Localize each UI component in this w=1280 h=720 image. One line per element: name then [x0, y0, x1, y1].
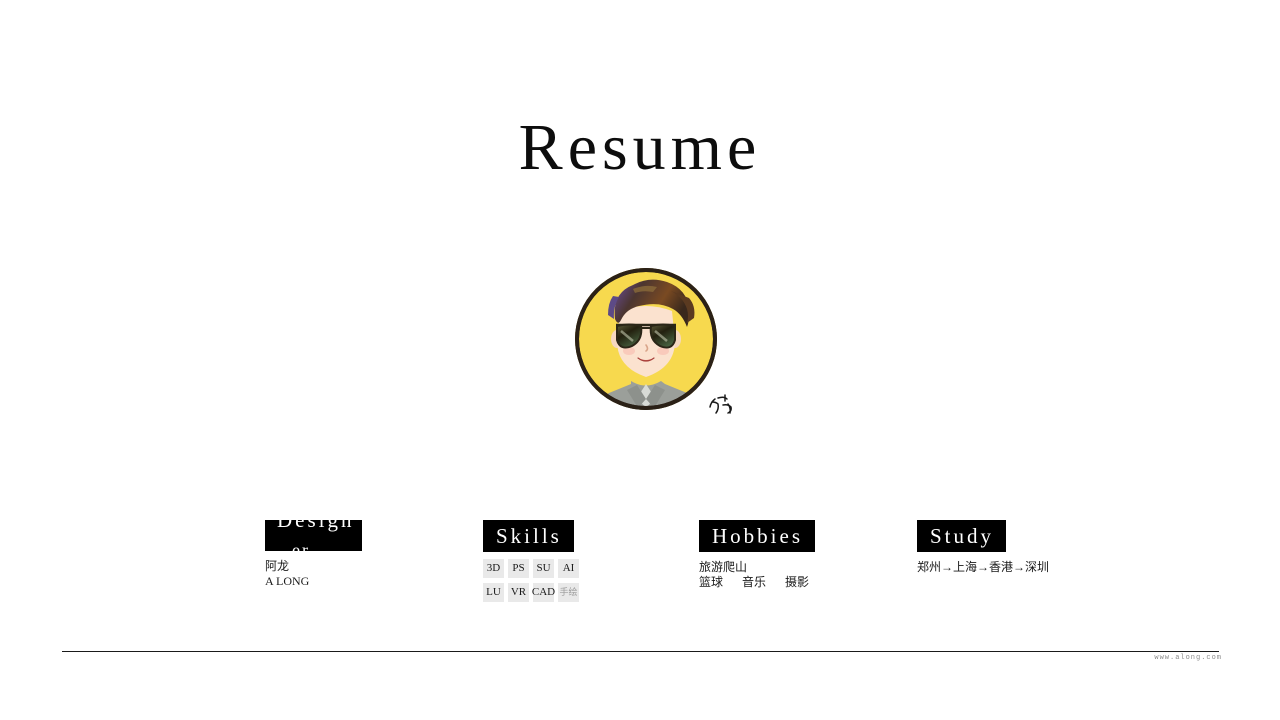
skill-chip[interactable]: 手绘 — [558, 583, 579, 602]
study-body: 郑州→上海→香港→深圳 — [917, 560, 1137, 575]
resume-slide: Resume Design er 阿龙 A LONG Skills 3D PS … — [0, 0, 1280, 720]
footer-divider — [62, 651, 1219, 652]
section-header-design: Design er — [265, 520, 362, 551]
designer-name-en: A LONG — [265, 574, 310, 588]
section-hobbies: Hobbies 旅游爬山 篮球 音乐 摄影 — [699, 520, 899, 590]
page-title: Resume — [518, 111, 762, 184]
section-design: Design er 阿龙 A LONG — [265, 520, 465, 589]
section-study: Study 郑州→上海→香港→深圳 — [917, 520, 1137, 575]
hobby-item: 摄影 — [785, 575, 810, 589]
skill-chip[interactable]: SU — [533, 559, 554, 578]
hobby-line-1: 旅游爬山 — [699, 560, 748, 574]
hobbies-body: 旅游爬山 篮球 音乐 摄影 — [699, 560, 899, 590]
skill-chip-list: 3D PS SU AI LU VR CAD 手绘 — [483, 559, 683, 602]
skill-chip[interactable]: LU — [483, 583, 504, 602]
study-path: 郑州→上海→香港→深圳 — [917, 560, 1050, 574]
skill-chip[interactable]: CAD — [532, 583, 555, 602]
designer-name-cn: 阿龙 — [265, 559, 290, 573]
section-header-skills: Skills — [483, 520, 574, 552]
avatar-illustration-icon — [575, 253, 750, 425]
design-body: 阿龙 A LONG — [265, 559, 465, 589]
hobby-item: 音乐 — [742, 575, 767, 589]
section-header-study: Study — [917, 520, 1007, 552]
section-header-design-overflow-label: er — [292, 540, 310, 551]
footer-url: www.along.com — [1154, 654, 1222, 662]
hobby-item: 篮球 — [699, 575, 724, 589]
skill-chip[interactable]: 3D — [483, 559, 504, 578]
skill-chip[interactable]: PS — [508, 559, 529, 578]
section-skills: Skills 3D PS SU AI LU VR CAD 手绘 — [483, 520, 683, 602]
section-header-design-label: Design — [277, 520, 355, 532]
skill-chip[interactable]: AI — [558, 559, 579, 578]
skill-chip[interactable]: VR — [508, 583, 529, 602]
hobby-line-2: 篮球 音乐 摄影 — [699, 575, 899, 590]
section-header-hobbies: Hobbies — [699, 520, 815, 552]
avatar — [575, 253, 750, 425]
